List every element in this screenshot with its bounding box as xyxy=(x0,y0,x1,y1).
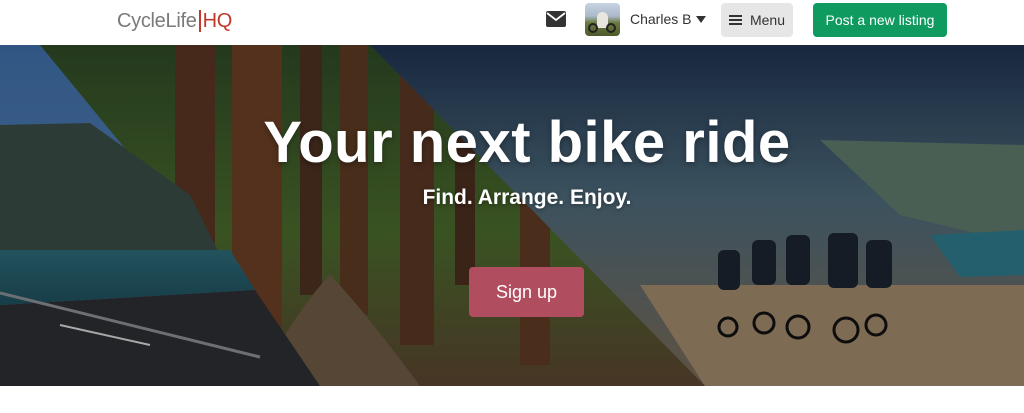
signup-button[interactable]: Sign up xyxy=(469,267,584,317)
chevron-down-icon xyxy=(696,15,707,23)
top-bar: CycleLife HQ Charles B Menu Post a new l… xyxy=(0,0,1024,45)
content-area xyxy=(0,386,1024,413)
avatar-wheel-right xyxy=(606,23,616,33)
post-listing-button[interactable]: Post a new listing xyxy=(813,3,947,37)
logo-main-text: CycleLife xyxy=(117,9,197,32)
hero-overlay xyxy=(0,45,1024,386)
user-menu-toggle[interactable]: Charles B xyxy=(630,11,707,27)
menu-button[interactable]: Menu xyxy=(721,3,793,37)
avatar[interactable] xyxy=(585,3,620,36)
mail-icon[interactable] xyxy=(546,11,566,27)
user-name: Charles B xyxy=(630,11,692,27)
site-logo[interactable]: CycleLife HQ xyxy=(117,7,232,35)
hero-title: Your next bike ride xyxy=(263,110,791,175)
menu-icon xyxy=(728,14,742,26)
logo-suffix-text: HQ xyxy=(202,9,233,32)
menu-button-label: Menu xyxy=(749,12,786,28)
avatar-wheel-left xyxy=(588,23,598,33)
hero-subtitle: Find. Arrange. Enjoy. xyxy=(422,186,632,209)
logo-divider xyxy=(198,10,201,32)
hero-section: Your next bike ride Find. Arrange. Enjoy… xyxy=(0,45,1024,386)
